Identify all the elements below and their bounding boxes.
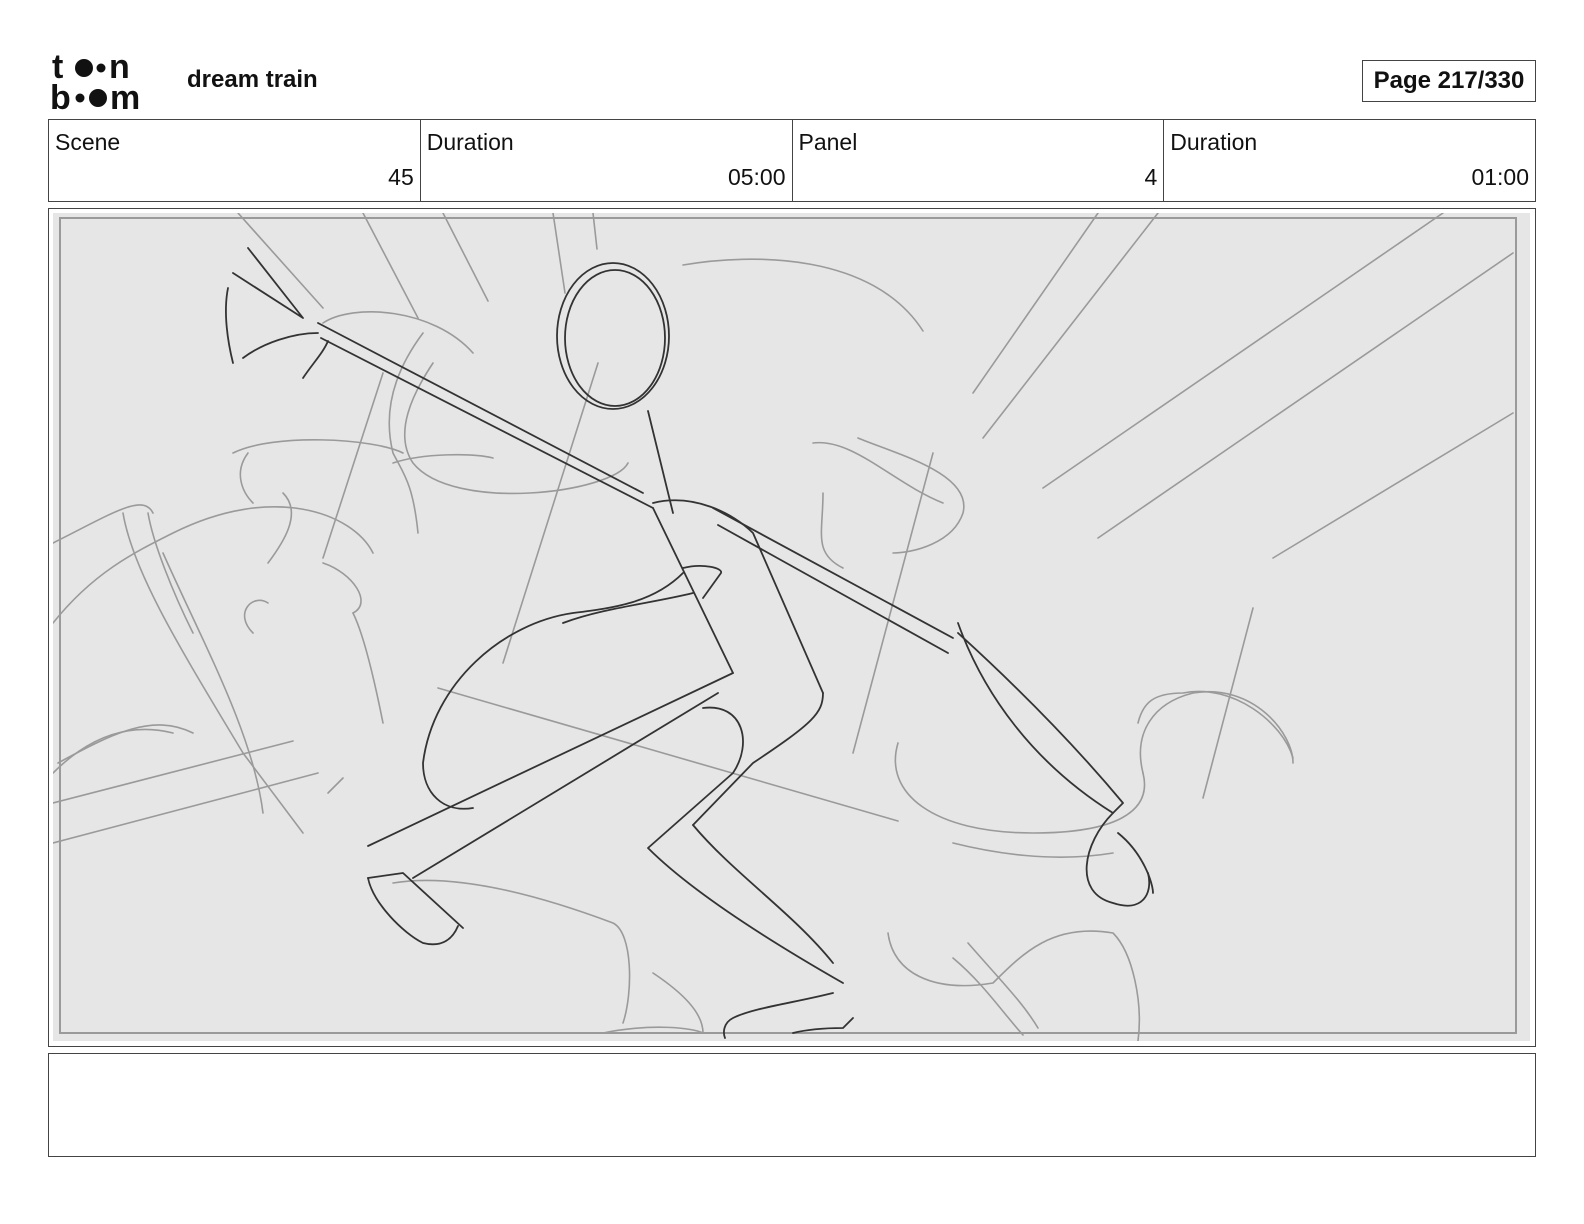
panel-label: Panel <box>798 129 858 155</box>
panel-duration-label: Duration <box>1170 129 1258 155</box>
svg-text:m: m <box>110 79 140 112</box>
scene-value: 45 <box>388 164 414 190</box>
scene-info-table: Scene 45 Duration 05:00 Panel 4 Duration… <box>48 119 1536 202</box>
scene-label: Scene <box>55 129 121 155</box>
scene-duration-cell: Duration 05:00 <box>419 120 792 201</box>
svg-text:b: b <box>50 79 71 112</box>
panel-frame <box>48 208 1536 1047</box>
scene-cell: Scene 45 <box>49 120 420 201</box>
page-indicator: Page 217/330 <box>1362 60 1536 102</box>
project-title: dream train <box>187 66 318 93</box>
panel-duration-cell: Duration 01:00 <box>1163 120 1535 201</box>
storyboard-sketch-icon <box>53 213 1517 1041</box>
toon-boom-logo-icon: t n b m <box>50 48 140 117</box>
panel-duration-value: 01:00 <box>1471 164 1529 190</box>
scene-duration-label: Duration <box>426 129 514 155</box>
panel-cell: Panel 4 <box>791 120 1164 201</box>
toon-boom-logo: t n b m <box>50 48 166 117</box>
panel-value: 4 <box>1144 164 1158 190</box>
storyboard-sketch-image <box>53 213 1530 1041</box>
scene-duration-value: 05:00 <box>727 164 786 190</box>
panel-notes-box <box>48 1053 1536 1157</box>
